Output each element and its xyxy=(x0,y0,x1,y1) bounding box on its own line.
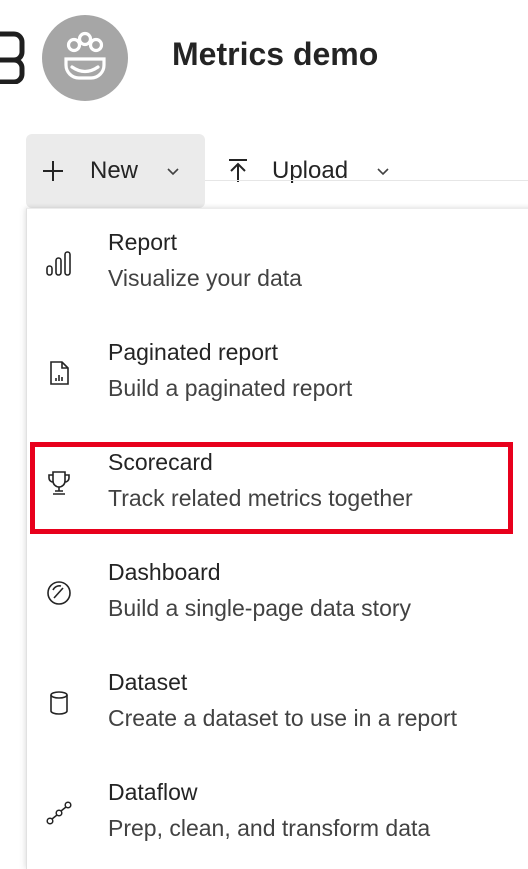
chevron-down-icon xyxy=(166,164,180,182)
menu-item-dashboard[interactable]: Dashboard Build a single-page data story xyxy=(27,539,528,649)
menu-item-description: Build a single-page data story xyxy=(108,595,412,621)
menu-item-description: Create a dataset to use in a report xyxy=(108,705,458,731)
menu-item-title: Paginated report xyxy=(108,339,279,365)
menu-item-description: Build a paginated report xyxy=(108,375,353,401)
page: Metrics demo New Upload Report Visualize… xyxy=(0,0,528,869)
dataflow-icon xyxy=(45,799,73,827)
menu-item-title: Dataset xyxy=(108,669,188,695)
new-button-label: New xyxy=(90,157,139,184)
menu-item-dataset[interactable]: Dataset Create a dataset to use in a rep… xyxy=(27,649,528,759)
menu-item-title: Report xyxy=(108,229,178,255)
upload-button-label: Upload xyxy=(272,157,349,184)
menu-item-paginated-report[interactable]: Paginated report Build a paginated repor… xyxy=(27,319,528,429)
clipped-logo-glyph xyxy=(0,28,26,84)
workspace-avatar xyxy=(42,15,128,101)
paginated-report-icon xyxy=(45,359,73,387)
upload-arrow-icon xyxy=(226,158,250,189)
toolbar-divider xyxy=(205,180,528,181)
database-icon xyxy=(45,689,73,717)
new-item-menu: Report Visualize your data Paginated rep… xyxy=(26,208,528,869)
menu-item-title: Dataflow xyxy=(108,779,198,805)
gauge-icon xyxy=(45,579,73,607)
menu-item-description: Visualize your data xyxy=(108,265,302,291)
workspace-title: Metrics demo xyxy=(172,36,379,72)
upload-button[interactable]: Upload xyxy=(220,134,400,208)
scorecard-highlight-box xyxy=(30,442,513,534)
new-button[interactable]: New xyxy=(26,134,205,208)
menu-item-dataflow[interactable]: Dataflow Prep, clean, and transform data xyxy=(27,759,528,869)
bar-chart-icon xyxy=(45,249,73,277)
plus-icon xyxy=(42,160,64,187)
menu-item-description: Prep, clean, and transform data xyxy=(108,815,431,841)
menu-item-title: Dashboard xyxy=(108,559,221,585)
people-group-icon xyxy=(64,31,106,80)
menu-item-report[interactable]: Report Visualize your data xyxy=(27,209,528,319)
